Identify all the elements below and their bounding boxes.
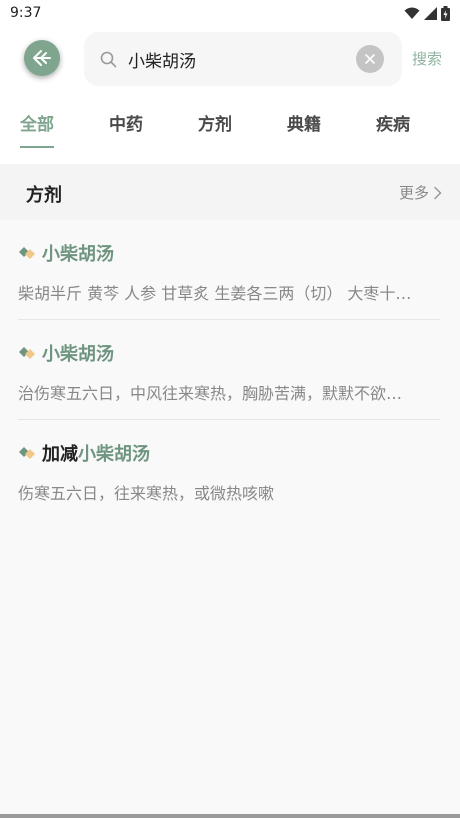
result-item[interactable]: 小柴胡汤 治伤寒五六日，中风往来寒热，胸胁苦满，默默不欲… <box>18 320 440 420</box>
herb-leaf-icon <box>19 247 35 259</box>
result-item[interactable]: 小柴胡汤 柴胡半斤 黄芩 人参 甘草炙 生姜各三两（切） 大枣十… <box>18 220 440 320</box>
active-tab-indicator <box>20 146 54 148</box>
result-title-prefix: 加减 <box>42 444 78 465</box>
clear-button[interactable] <box>356 45 384 73</box>
herb-leaf-icon <box>19 347 35 359</box>
result-desc: 伤寒五六日，往来寒热，或微热咳嗽 <box>18 484 275 503</box>
result-desc: 柴胡半斤 黄芩 人参 甘草炙 生姜各三两（切） 大枣十… <box>18 284 412 303</box>
result-title-highlight: 小柴胡汤 <box>78 444 150 465</box>
search-row: 搜索 <box>0 30 460 88</box>
result-title-highlight: 小柴胡汤 <box>42 244 114 265</box>
back-button[interactable] <box>24 40 60 76</box>
signal-icon <box>424 6 437 20</box>
tab-diseases[interactable]: 疾病 <box>376 110 410 135</box>
section-title: 方剂 <box>26 185 62 206</box>
category-tabs: 全部 中药 方剂 典籍 疾病 <box>0 100 460 150</box>
result-title-highlight: 小柴胡汤 <box>42 344 114 365</box>
search-button[interactable]: 搜索 <box>412 48 442 69</box>
status-time: 9:37 <box>10 5 42 21</box>
result-item[interactable]: 加减 小柴胡汤 伤寒五六日，往来寒热，或微热咳嗽 <box>18 420 440 520</box>
more-label: 更多 <box>398 184 429 202</box>
clear-icon <box>365 54 375 64</box>
chevron-right-icon <box>434 186 442 199</box>
status-bar: 9:37 <box>0 0 460 26</box>
search-input[interactable] <box>128 45 348 73</box>
tab-herbs[interactable]: 中药 <box>109 110 143 135</box>
bottom-edge <box>0 814 460 818</box>
search-box[interactable] <box>84 32 402 86</box>
results-panel: 方剂 更多 小柴胡汤 柴胡半斤 黄芩 人参 甘草炙 生姜各三两（切） 大枣十… <box>0 164 460 818</box>
more-link[interactable]: 更多 <box>399 182 442 203</box>
result-title: 加减 小柴胡汤 <box>18 440 150 466</box>
search-icon <box>100 51 117 68</box>
tab-formulas[interactable]: 方剂 <box>198 110 232 135</box>
battery-icon <box>441 5 450 21</box>
result-title: 小柴胡汤 <box>18 340 114 366</box>
back-arrow-icon <box>33 50 51 66</box>
herb-leaf-icon <box>19 447 35 459</box>
result-title: 小柴胡汤 <box>18 240 114 266</box>
section-header: 方剂 更多 <box>0 164 460 220</box>
tab-all[interactable]: 全部 <box>20 110 54 135</box>
result-desc: 治伤寒五六日，中风往来寒热，胸胁苦满，默默不欲… <box>18 384 403 403</box>
status-icons <box>404 5 450 21</box>
result-list: 小柴胡汤 柴胡半斤 黄芩 人参 甘草炙 生姜各三两（切） 大枣十… 小柴胡汤 治… <box>0 220 460 520</box>
wifi-icon <box>404 7 420 19</box>
tab-classics[interactable]: 典籍 <box>287 110 321 135</box>
